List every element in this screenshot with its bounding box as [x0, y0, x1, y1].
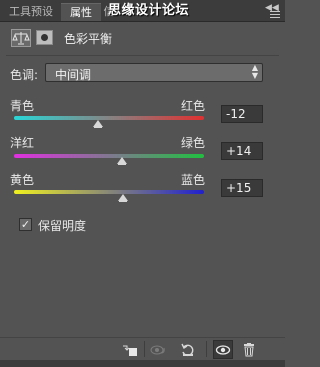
slider-magenta-green-thumb[interactable]	[117, 157, 128, 165]
footer-separator	[144, 341, 145, 357]
layer-mask-icon[interactable]	[36, 30, 53, 45]
watermark: 思缘设计论坛	[108, 3, 190, 18]
panel-bottom-edge	[0, 360, 285, 367]
panel-tab-bar: 工具预设 属性 信 思缘设计论坛 ◀◀	[0, 0, 285, 22]
panel-menu-icon[interactable]	[270, 11, 280, 19]
slider-cyan-red-track[interactable]	[14, 116, 204, 120]
tab-tool-presets[interactable]: 工具预设	[2, 3, 60, 21]
trash-icon[interactable]	[241, 343, 257, 357]
tone-select-value: 中间调	[55, 68, 92, 82]
reset-icon[interactable]	[180, 343, 196, 357]
slider-blue-label: 蓝色	[180, 173, 205, 187]
tab-properties[interactable]: 属性	[61, 3, 101, 21]
yellow-blue-value-field[interactable]: +15	[221, 179, 263, 197]
slider-cyan-red-thumb[interactable]	[92, 120, 103, 128]
slider-green-label: 绿色	[180, 136, 205, 150]
clip-to-layer-icon[interactable]	[122, 343, 138, 357]
color-balance-icon	[11, 29, 31, 47]
slider-yellow-blue-thumb[interactable]	[118, 194, 129, 202]
preserve-luminosity-label: 保留明度	[38, 219, 87, 233]
slider-magenta-green-track[interactable]	[14, 154, 204, 158]
slider-cyan-label: 青色	[10, 99, 35, 113]
panel-title: 色彩平衡	[64, 32, 113, 46]
visibility-eye-icon[interactable]	[215, 343, 231, 357]
slider-yellow-label: 黄色	[10, 173, 35, 187]
footer-separator	[206, 341, 207, 357]
tone-label: 色调:	[10, 68, 39, 82]
slider-red-label: 红色	[180, 99, 205, 113]
magenta-green-value-field[interactable]: +14	[221, 142, 263, 160]
slider-magenta-label: 洋红	[10, 136, 35, 150]
tone-select[interactable]: 中间调 ▲ ▼	[45, 63, 263, 82]
divider	[6, 55, 279, 56]
properties-footer	[0, 337, 285, 360]
view-previous-icon[interactable]	[150, 343, 166, 357]
chevron-down-icon: ▼	[251, 71, 258, 80]
properties-header: 色彩平衡	[0, 24, 285, 52]
slider-yellow-blue-track[interactable]	[14, 190, 204, 194]
cyan-red-value-field[interactable]: -12	[221, 105, 263, 123]
preserve-luminosity-checkbox[interactable]: ✓	[19, 218, 32, 231]
